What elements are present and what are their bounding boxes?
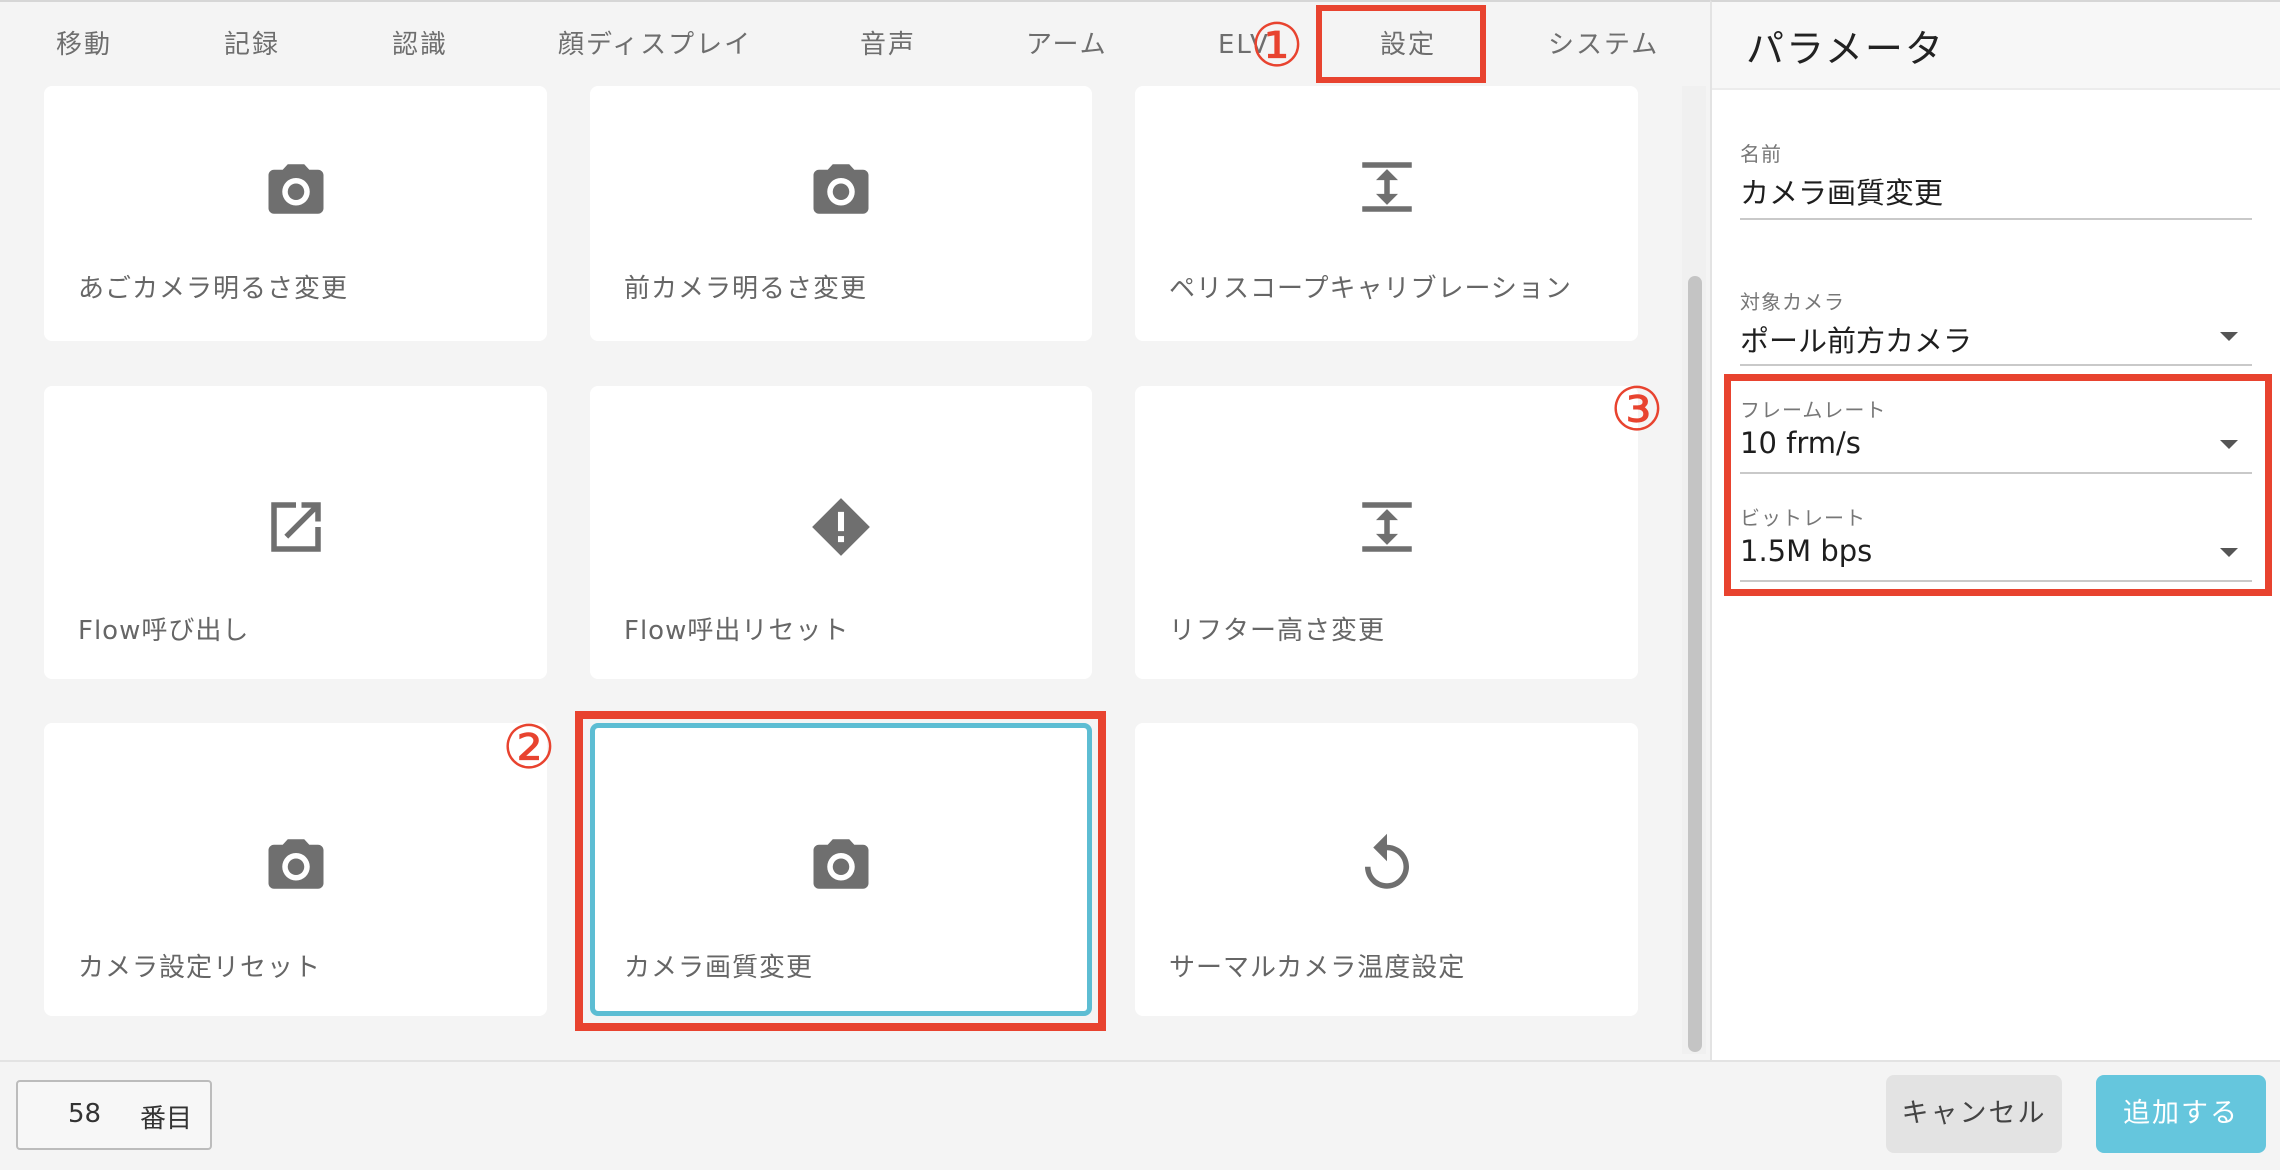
card-camera-settings-reset[interactable]: カメラ設定リセット [44, 723, 547, 1016]
card-label: 前カメラ明るさ変更 [624, 274, 868, 304]
rotate-icon [1364, 833, 1409, 889]
tab-face-display[interactable]: 顔ディスプレイ [558, 2, 752, 88]
vertical-align-icon [1361, 162, 1412, 212]
parameter-fields-highlight [1724, 374, 2272, 596]
card-periscope-calibration[interactable]: ペリスコープキャリブレーション [1135, 86, 1638, 341]
panel-header: パラメータ [1712, 2, 2280, 90]
camera-select-underline [1740, 364, 2252, 366]
cancel-button[interactable]: キャンセル [1886, 1075, 2062, 1153]
camera-icon [813, 164, 869, 214]
add-button[interactable]: 追加する [2096, 1075, 2266, 1153]
card-label: ペリスコープキャリブレーション [1169, 274, 1572, 304]
card-label: リフター高さ変更 [1169, 616, 1386, 646]
card-label: サーマルカメラ温度設定 [1169, 953, 1466, 983]
insert-index-unit: 番目 [140, 1104, 193, 1134]
tab-move[interactable]: 移動 [56, 2, 112, 88]
card-flow-call-reset[interactable]: Flow呼出リセット [590, 386, 1092, 679]
panel-title: パラメータ [1746, 27, 1945, 71]
card-lifter-height[interactable]: リフター高さ変更 [1135, 386, 1638, 679]
insert-index-value[interactable]: 58 [68, 1099, 101, 1129]
camera-select-arrow-icon[interactable] [2220, 332, 2238, 341]
name-field-underline [1740, 218, 2252, 220]
camera-icon [268, 839, 323, 889]
tab-recognition[interactable]: 認識 [392, 2, 448, 88]
name-field[interactable]: カメラ画質変更 [1740, 170, 1943, 212]
name-field-label: 名前 [1740, 142, 1782, 166]
scrollbar-thumb[interactable] [1688, 276, 1702, 1052]
annotation-3: ③ [1610, 375, 1664, 445]
card-label: あごカメラ明るさ変更 [78, 274, 349, 304]
camera-select-label: 対象カメラ [1740, 290, 1845, 314]
vertical-align-icon [1361, 502, 1412, 552]
card-thermal-camera-temperature[interactable]: サーマルカメラ温度設定 [1135, 723, 1638, 1016]
card-front-camera-brightness[interactable]: 前カメラ明るさ変更 [590, 86, 1092, 341]
settings-tab-highlight [1316, 5, 1486, 83]
card-flow-call[interactable]: Flow呼び出し [44, 386, 547, 679]
annotation-1: ① [1250, 11, 1304, 81]
card-label: カメラ設定リセット [78, 953, 322, 983]
selected-card-highlight [575, 711, 1106, 1031]
camera-icon [268, 164, 323, 214]
card-label: Flow呼出リセット [624, 616, 850, 646]
annotation-2: ② [502, 713, 556, 783]
card-chin-camera-brightness[interactable]: あごカメラ明るさ変更 [44, 86, 547, 341]
tab-record[interactable]: 記録 [224, 2, 280, 88]
tab-system[interactable]: システム [1548, 2, 1659, 88]
card-label: Flow呼び出し [78, 616, 250, 646]
tab-arm[interactable]: アーム [1026, 2, 1108, 88]
open-in-new-icon [270, 502, 321, 552]
camera-select[interactable]: ポール前方カメラ [1740, 318, 1972, 360]
warning-diamond-icon [812, 498, 870, 556]
tab-voice[interactable]: 音声 [860, 2, 916, 88]
